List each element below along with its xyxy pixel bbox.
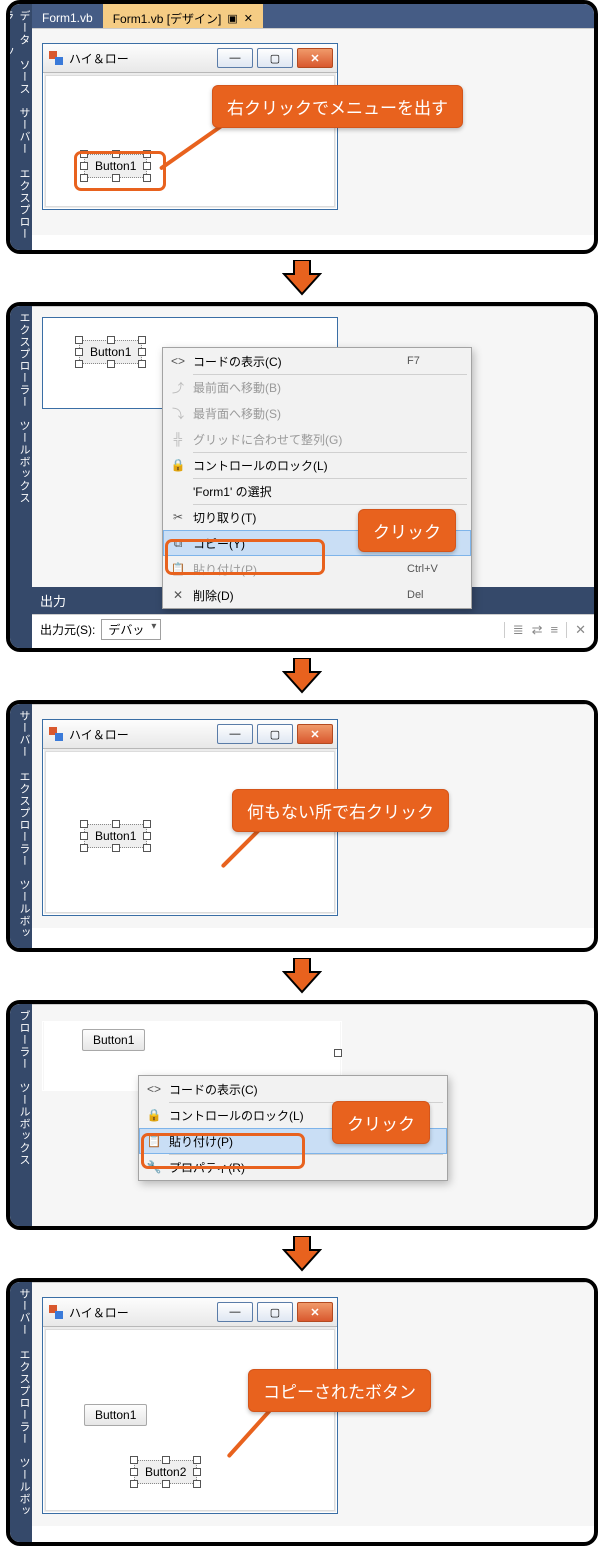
menu-item-icon: ✕: [163, 588, 193, 602]
context-menu-item[interactable]: ✕削除(D)Del: [163, 582, 471, 608]
side-tabs[interactable]: データ ソース サーバー エクスプローラー ツ: [10, 4, 32, 250]
tool-icon[interactable]: ≣: [513, 622, 524, 638]
tool-icon[interactable]: ⇄: [532, 622, 543, 638]
step2-panel: エクスプローラー ツールボックス Button1 <>コードの表示(C)F7⤴最…: [6, 302, 598, 652]
maximize-icon[interactable]: ▢: [257, 48, 293, 68]
side-tabs[interactable]: ブローラー ツールボックス: [10, 1004, 32, 1226]
form-titlebar[interactable]: ハイ＆ロー — ▢ ✕: [43, 44, 337, 73]
callout-copied: コピーされたボタン: [248, 1369, 431, 1412]
close-window-icon[interactable]: ✕: [297, 48, 333, 68]
form-selection-handle[interactable]: [334, 1049, 342, 1057]
form-client-area[interactable]: Button1 Button2: [45, 1329, 335, 1511]
designer-surface[interactable]: ハイ＆ロー — ▢ ✕ Button1 何も: [32, 704, 594, 928]
selected-button1[interactable]: Button1: [79, 340, 142, 364]
designer-surface[interactable]: Button1 <>コードの表示(C)🔒コントロールのロック(L)📋貼り付け(P…: [32, 1004, 594, 1230]
step4-panel: ブローラー ツールボックス Button1 <>コードの表示(C)🔒コントロール…: [6, 1000, 598, 1230]
maximize-icon[interactable]: ▢: [257, 1302, 293, 1322]
callout-click: クリック: [358, 509, 456, 552]
form-title: ハイ＆ロー: [69, 50, 129, 67]
highlight-ring: [74, 151, 166, 191]
step-arrow-icon: [282, 1236, 322, 1272]
menu-item-icon: ✂: [163, 510, 193, 524]
step-arrow-icon: [282, 958, 322, 994]
step1-panel: データ ソース サーバー エクスプローラー ツ Form1.vb Form1.v…: [6, 0, 598, 254]
selected-button1[interactable]: Button1: [84, 824, 147, 848]
output-source-dropdown[interactable]: デバッ: [101, 619, 161, 640]
menu-item-label: 最前面へ移動(B): [193, 379, 407, 396]
tool-icon[interactable]: ≡: [551, 622, 559, 637]
callout-click: クリック: [332, 1101, 430, 1144]
close-window-icon[interactable]: ✕: [297, 724, 333, 744]
menu-item-icon: 🔒: [139, 1108, 169, 1122]
designer-surface[interactable]: ハイ＆ロー — ▢ ✕ Button1 Button2: [32, 1282, 594, 1526]
selected-button2[interactable]: Button2: [134, 1460, 197, 1484]
form-titlebar[interactable]: ハイ＆ロー — ▢ ✕: [43, 1298, 337, 1327]
tab-strip: Form1.vb Form1.vb [デザイン] ▣ ✕: [32, 4, 594, 28]
context-menu-item[interactable]: 'Form1' の選択: [163, 478, 471, 504]
highlight-copy: [165, 539, 325, 575]
minimize-icon[interactable]: —: [217, 724, 253, 744]
menu-item-icon: ⤴: [163, 379, 193, 396]
button1[interactable]: Button1: [82, 1029, 145, 1051]
button1[interactable]: Button1: [84, 1404, 147, 1426]
close-window-icon[interactable]: ✕: [297, 1302, 333, 1322]
form-client-area[interactable]: Button1: [45, 751, 335, 913]
form-titlebar[interactable]: ハイ＆ロー — ▢ ✕: [43, 720, 337, 749]
pin-icon[interactable]: ▣: [227, 12, 237, 25]
tab-code[interactable]: Form1.vb: [32, 4, 103, 28]
tab-design[interactable]: Form1.vb [デザイン] ▣ ✕: [103, 4, 263, 28]
maximize-icon[interactable]: ▢: [257, 724, 293, 744]
step-arrow-icon: [282, 260, 322, 296]
close-icon[interactable]: ✕: [244, 12, 253, 25]
menu-item-icon: ╬: [163, 432, 193, 446]
menu-item-icon: 🔒: [163, 458, 193, 472]
menu-item-shortcut: F7: [407, 355, 471, 367]
context-menu-item: ╬グリッドに合わせて整列(G): [163, 426, 471, 452]
highlight-paste: [141, 1133, 305, 1169]
menu-item-shortcut: Ctrl+V: [407, 563, 471, 575]
side-tabs[interactable]: サーバー エクスプローラー ツールボッ: [10, 704, 32, 948]
side-tabs[interactable]: サーバー エクスプローラー ツールボッ: [10, 1282, 32, 1542]
step-arrow-icon: [282, 658, 322, 694]
callout-rightclick: 右クリックでメニューを出す: [212, 85, 463, 128]
tab-design-label: Form1.vb [デザイン]: [113, 10, 222, 27]
form-icon: [49, 51, 63, 65]
output-toolbar: 出力元(S): デバッ ≣ ⇄ ≡ ✕: [32, 614, 594, 644]
designer-surface[interactable]: ハイ＆ロー — ▢ ✕ Button1: [32, 28, 594, 235]
menu-item-label: コードの表示(C): [169, 1081, 383, 1098]
menu-item-label: 'Form1' の選択: [193, 483, 407, 500]
menu-item-icon: ⤵: [163, 405, 193, 422]
menu-item-label: コードの表示(C): [193, 353, 407, 370]
side-tabs[interactable]: エクスプローラー ツールボックス: [10, 306, 32, 648]
menu-item-label: グリッドに合わせて整列(G): [193, 431, 407, 448]
context-menu-item[interactable]: <>コードの表示(C)F7: [163, 348, 471, 374]
context-menu-item: ⤴最前面へ移動(B): [163, 374, 471, 400]
form-icon: [49, 1305, 63, 1319]
context-menu-item[interactable]: <>コードの表示(C): [139, 1076, 447, 1102]
menu-item-icon: <>: [139, 1082, 169, 1096]
step3-panel: サーバー エクスプローラー ツールボッ ハイ＆ロー — ▢ ✕ Button1: [6, 700, 598, 952]
form-title: ハイ＆ロー: [69, 1304, 129, 1321]
menu-item-label: 削除(D): [193, 587, 407, 604]
button1-label: Button1: [82, 1029, 145, 1051]
minimize-icon[interactable]: —: [217, 1302, 253, 1322]
tool-icon[interactable]: ✕: [575, 622, 586, 638]
output-source-label: 出力元(S):: [40, 621, 95, 638]
form-title: ハイ＆ロー: [69, 726, 129, 743]
context-menu-item: ⤵最背面へ移動(S): [163, 400, 471, 426]
menu-item-shortcut: Del: [407, 589, 471, 601]
menu-item-label: 最背面へ移動(S): [193, 405, 407, 422]
step5-panel: サーバー エクスプローラー ツールボッ ハイ＆ロー — ▢ ✕ Button1: [6, 1278, 598, 1546]
callout-rightclick-empty: 何もない所で右クリック: [232, 789, 449, 832]
minimize-icon[interactable]: —: [217, 48, 253, 68]
designer-surface[interactable]: Button1 <>コードの表示(C)F7⤴最前面へ移動(B)⤵最背面へ移動(S…: [32, 306, 594, 587]
menu-item-icon: <>: [163, 354, 193, 368]
context-menu-item[interactable]: 🔒コントロールのロック(L): [163, 452, 471, 478]
menu-item-label: コントロールのロック(L): [193, 457, 407, 474]
button1-label: Button1: [84, 1404, 147, 1426]
form-icon: [49, 727, 63, 741]
